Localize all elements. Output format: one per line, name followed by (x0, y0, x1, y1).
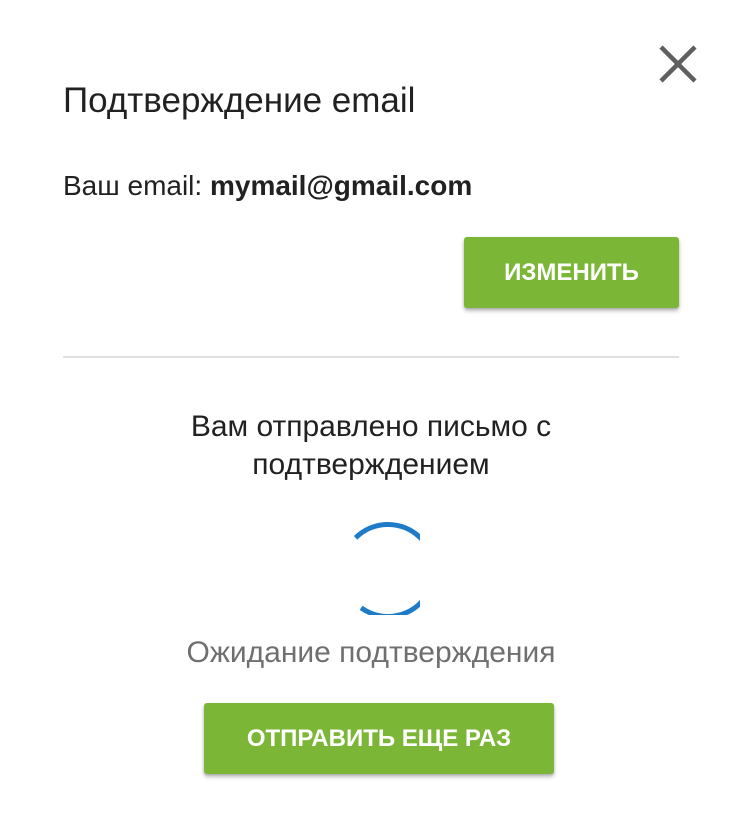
current-email: Ваш email: mymail@gmail.com (63, 168, 472, 204)
email-value: mymail@gmail.com (209, 170, 473, 201)
waiting-status: Ожидание подтверждения (186, 636, 556, 669)
close-button[interactable] (652, 38, 704, 90)
sent-message: Вам отправлено письмо с подтверждением (190, 410, 552, 481)
email-confirmation-dialog: Подтверждение email Ваш email: mymail@gm… (0, 0, 741, 835)
change-email-button[interactable]: ИЗМЕНИТЬ (464, 237, 679, 308)
email-label: Ваш email: (63, 170, 210, 201)
divider (63, 356, 679, 358)
close-icon (659, 45, 697, 83)
dialog-title: Подтверждение email (63, 81, 416, 120)
loading-spinner-icon (353, 522, 420, 615)
resend-button[interactable]: ОТПРАВИТЬ ЕЩЕ РАЗ (204, 703, 554, 774)
